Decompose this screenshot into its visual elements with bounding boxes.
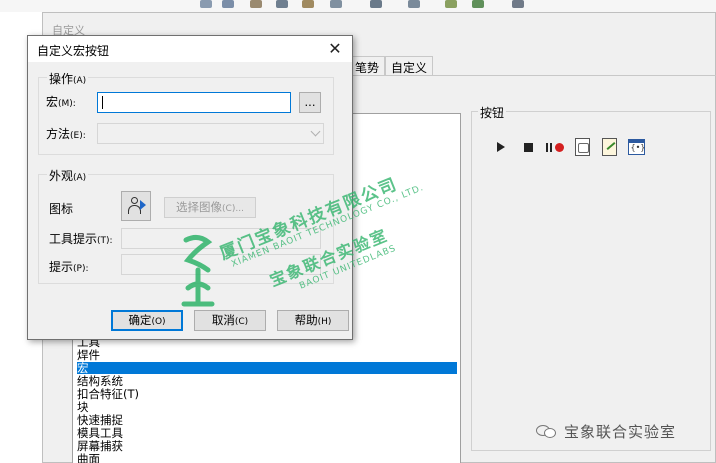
toolbar-tool-icon[interactable] xyxy=(222,0,234,8)
dialog-title: 自定义宏按钮 xyxy=(37,44,110,58)
close-icon[interactable]: ✕ xyxy=(324,38,346,60)
stop-icon[interactable] xyxy=(517,136,539,158)
icon-preview-button[interactable] xyxy=(121,191,151,221)
custom-macro-icon[interactable] xyxy=(625,136,647,158)
list-item[interactable]: 焊件 xyxy=(77,349,457,361)
method-combobox[interactable] xyxy=(97,123,324,144)
list-item[interactable]: 块 xyxy=(77,401,457,413)
list-item[interactable]: 快速捕捉 xyxy=(77,414,457,426)
tooltip-label: 工具提示(T): xyxy=(49,232,113,246)
list-item[interactable]: 扣合特征(T) xyxy=(77,388,457,400)
edit-macro-icon[interactable] xyxy=(598,136,620,158)
buttons-group-label: 按钮 xyxy=(478,104,507,121)
prompt-label: 提示(P): xyxy=(49,260,89,274)
wechat-icon xyxy=(536,423,558,439)
list-item[interactable]: 结构系统 xyxy=(77,375,457,387)
pause-record-icon[interactable] xyxy=(544,136,566,158)
list-item[interactable]: 模具工具 xyxy=(77,427,457,439)
toolbar-tool-icon[interactable] xyxy=(512,0,524,8)
macro-label: 宏(M): xyxy=(46,95,76,109)
tab-customization[interactable]: 自定义 xyxy=(385,56,434,75)
toolbar-tool-icon[interactable] xyxy=(408,0,420,8)
help-button[interactable]: 帮助(H) xyxy=(277,310,349,331)
toolbar-tool-icon[interactable] xyxy=(276,0,288,8)
toolbar-tool-icon[interactable] xyxy=(472,0,484,8)
prompt-input[interactable] xyxy=(121,254,321,275)
tab-divider xyxy=(333,75,716,76)
ok-button[interactable]: 确定(O) xyxy=(111,310,183,331)
toolbar-tool-icon[interactable] xyxy=(250,0,262,8)
buttons-group: 按钮 xyxy=(471,104,711,451)
toolbar-tool-icon[interactable] xyxy=(370,0,382,8)
brand-text: 宝象联合实验室 xyxy=(564,422,677,441)
list-item-selected[interactable]: 宏 xyxy=(77,362,457,374)
toolbar-tool-icon[interactable] xyxy=(445,0,457,8)
select-image-button[interactable]: 选择图像(C)... xyxy=(164,197,256,218)
brand-signature: 宝象联合实验室 xyxy=(536,420,676,442)
macro-path-input[interactable] xyxy=(97,92,291,113)
list-item[interactable]: 屏幕捕获 xyxy=(77,440,457,452)
user-macro-icon xyxy=(128,197,146,215)
tooltip-input[interactable] xyxy=(121,228,321,249)
toolbar-tool-icon[interactable] xyxy=(330,0,342,8)
macro-toolbar xyxy=(490,136,652,158)
icon-label: 图标 xyxy=(49,202,74,216)
list-item[interactable]: 曲面 xyxy=(77,453,457,463)
text-caret xyxy=(102,96,103,109)
background-toolbar xyxy=(0,0,716,12)
customize-tabs: 笔势 自定义 xyxy=(343,56,434,75)
customize-macro-button-dialog: 自定义宏按钮 ✕ 操作(A) 宏(M): ... 方法(E): 外观(A) 图标… xyxy=(27,35,353,340)
appearance-group-label: 外观(A) xyxy=(47,167,89,184)
toolbar-tool-icon[interactable] xyxy=(200,0,212,8)
play-icon[interactable] xyxy=(490,136,512,158)
method-label: 方法(E): xyxy=(46,127,86,141)
new-macro-icon[interactable] xyxy=(571,136,593,158)
action-group-label: 操作(A) xyxy=(47,70,89,87)
chevron-down-icon xyxy=(310,126,321,137)
browse-button[interactable]: ... xyxy=(299,92,321,113)
cancel-button[interactable]: 取消(C) xyxy=(194,310,266,331)
toolbar-tool-icon[interactable] xyxy=(302,0,314,8)
dialog-titlebar: 自定义宏按钮 ✕ xyxy=(28,36,352,62)
